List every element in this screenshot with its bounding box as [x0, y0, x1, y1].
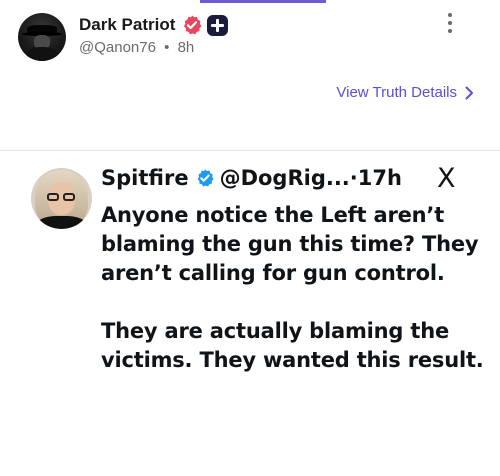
post-timestamp[interactable]: 8h [178, 39, 195, 56]
verified-badge-icon [184, 15, 202, 35]
x-logo-icon: X [437, 163, 456, 194]
more-dot [448, 13, 452, 17]
avatar-shirt [37, 216, 86, 229]
post-header: Dark Patriot @Qanon76 • 8h [18, 13, 484, 63]
truth-post-page: Dark Patriot @Qanon76 • 8h View Truth De… [0, 0, 500, 476]
avatar-glasses [47, 193, 76, 201]
embedded-author-avatar [31, 168, 92, 229]
embedded-handle: @DogRig... [219, 166, 350, 190]
avatar-body [26, 47, 58, 61]
top-tab-indicator [200, 0, 326, 3]
view-truth-details-link[interactable]: View Truth Details [336, 84, 474, 101]
author-handle[interactable]: @Qanon76 [79, 39, 156, 56]
chevron-right-icon [465, 86, 473, 99]
author-name-row: Dark Patriot [79, 14, 229, 36]
embedded-post-image[interactable]: Spitfire @DogRig... ·17h X Anyone notice… [0, 150, 500, 476]
truth-plus-badge-icon [207, 14, 229, 36]
author-avatar[interactable] [18, 13, 66, 61]
embedded-paragraph: They are actually blaming the victims. T… [101, 319, 484, 372]
embedded-post-header: Spitfire @DogRig... ·17h [101, 166, 402, 190]
author-display-name[interactable]: Dark Patriot [79, 15, 175, 35]
more-dot [448, 29, 452, 33]
author-handle-row: @Qanon76 • 8h [79, 39, 194, 56]
more-dot [448, 21, 452, 25]
verified-badge-icon [197, 169, 214, 187]
view-truth-details-label: View Truth Details [336, 84, 457, 101]
more-options-button[interactable] [445, 13, 455, 37]
embedded-timestamp: ·17h [349, 166, 402, 190]
meta-separator: • [164, 39, 170, 56]
embedded-display-name: Spitfire [101, 166, 189, 190]
embedded-post-body: Anyone notice the Left aren’t blaming th… [101, 201, 491, 375]
embedded-paragraph: Anyone notice the Left aren’t blaming th… [101, 203, 479, 285]
